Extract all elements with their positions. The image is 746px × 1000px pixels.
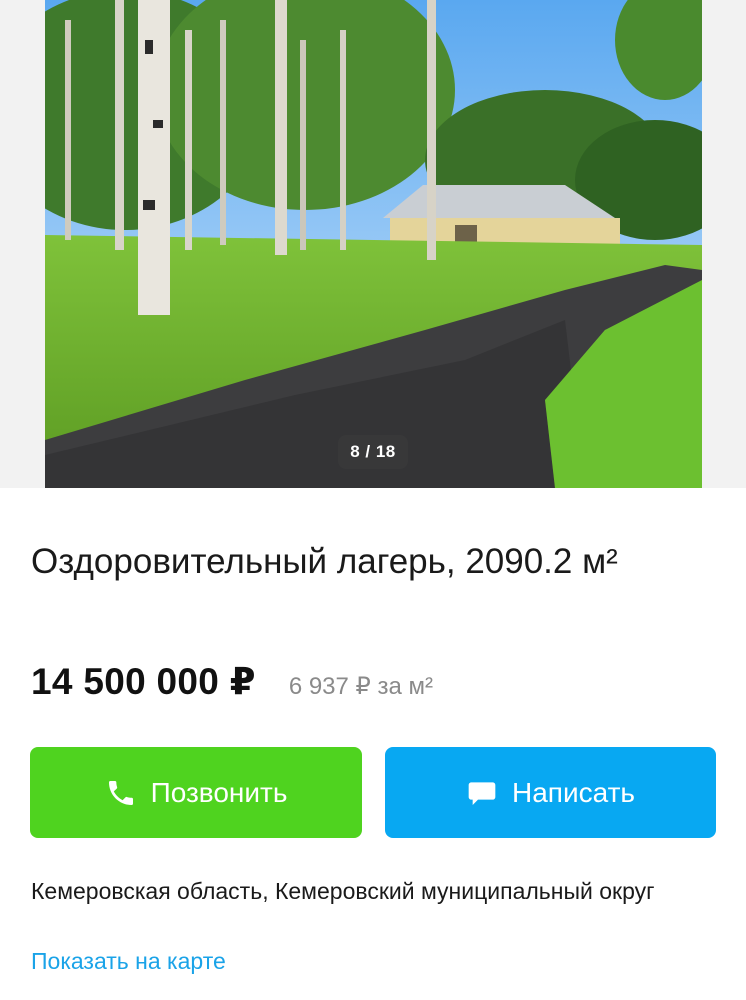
write-button[interactable]: Написать xyxy=(385,747,716,838)
address: Кемеровская область, Кемеровский муницип… xyxy=(31,878,655,904)
show-on-map-link[interactable]: Показать на карте xyxy=(31,948,226,975)
chat-bubble-icon xyxy=(466,777,498,809)
listing-title: Оздоровительный лагерь, 2090.2 м² xyxy=(31,542,618,581)
price-row: 14 500 000 ₽ 6 937 ₽ за м² xyxy=(31,660,433,703)
photo-gallery[interactable]: 8 / 18 xyxy=(0,0,746,488)
price: 14 500 000 ₽ xyxy=(31,661,256,702)
price-per-square-meter: 6 937 ₽ за м² xyxy=(288,673,433,700)
call-button-label: Позвонить xyxy=(150,776,288,808)
listing-photo[interactable] xyxy=(45,0,702,488)
write-button-label: Написать xyxy=(512,776,635,808)
photo-counter: 8 / 18 xyxy=(338,435,408,469)
call-button[interactable]: Позвонить xyxy=(30,747,362,838)
phone-icon xyxy=(105,777,137,809)
